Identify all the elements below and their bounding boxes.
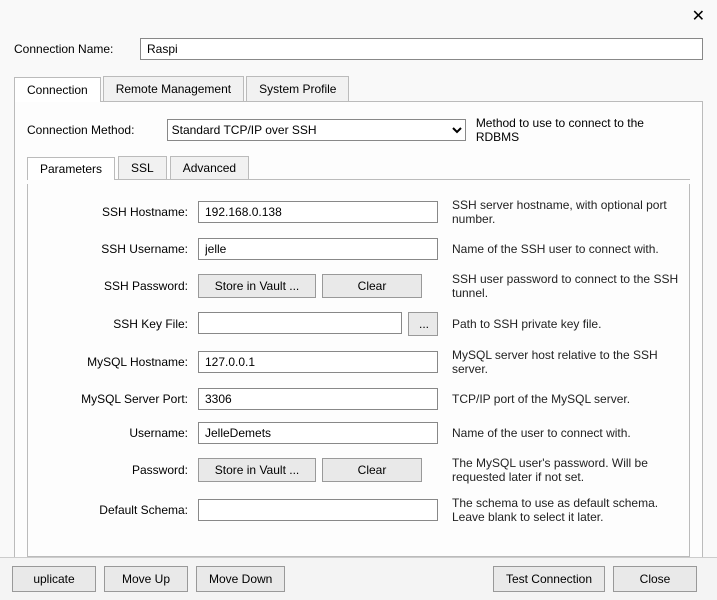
ssh-password-label: SSH Password: (38, 279, 198, 293)
tab-remote-management[interactable]: Remote Management (103, 76, 244, 101)
password-store-vault-button[interactable]: Store in Vault ... (198, 458, 316, 482)
duplicate-button[interactable]: uplicate (12, 566, 96, 592)
tab-system-profile[interactable]: System Profile (246, 76, 349, 101)
move-up-button[interactable]: Move Up (104, 566, 188, 592)
subtab-ssl[interactable]: SSL (118, 156, 167, 179)
ssh-password-store-vault-button[interactable]: Store in Vault ... (198, 274, 316, 298)
ssh-username-desc: Name of the SSH user to connect with. (438, 242, 679, 256)
username-label: Username: (38, 426, 198, 440)
password-desc: The MySQL user's password. Will be reque… (438, 456, 679, 484)
test-connection-button[interactable]: Test Connection (493, 566, 605, 592)
close-icon[interactable]: ✕ (692, 6, 705, 26)
ssh-username-input[interactable] (198, 238, 438, 260)
close-button[interactable]: Close (613, 566, 697, 592)
mysql-hostname-label: MySQL Hostname: (38, 355, 198, 369)
connection-tab-body: Connection Method: Standard TCP/IP over … (14, 102, 703, 578)
subtab-advanced[interactable]: Advanced (170, 156, 249, 179)
ssh-hostname-label: SSH Hostname: (38, 205, 198, 219)
ssh-password-desc: SSH user password to connect to the SSH … (438, 272, 679, 300)
dialog-footer: uplicate Move Up Move Down Test Connecti… (0, 557, 717, 600)
ssh-password-clear-button[interactable]: Clear (322, 274, 422, 298)
ssh-keyfile-label: SSH Key File: (38, 317, 198, 331)
sub-tabs: Parameters SSL Advanced (27, 156, 690, 180)
ssh-keyfile-desc: Path to SSH private key file. (438, 317, 679, 331)
default-schema-desc: The schema to use as default schema. Lea… (438, 496, 679, 524)
username-desc: Name of the user to connect with. (438, 426, 679, 440)
username-input[interactable] (198, 422, 438, 444)
connection-name-input[interactable] (140, 38, 703, 60)
mysql-port-desc: TCP/IP port of the MySQL server. (438, 392, 679, 406)
mysql-port-label: MySQL Server Port: (38, 392, 198, 406)
connection-method-hint: Method to use to connect to the RDBMS (476, 116, 690, 144)
tab-connection[interactable]: Connection (14, 77, 101, 102)
ssh-hostname-desc: SSH server hostname, with optional port … (438, 198, 679, 226)
password-label: Password: (38, 463, 198, 477)
ssh-keyfile-input[interactable] (198, 312, 402, 334)
default-schema-input[interactable] (198, 499, 438, 521)
mysql-hostname-input[interactable] (198, 351, 438, 373)
main-tabs: Connection Remote Management System Prof… (14, 76, 703, 102)
mysql-port-input[interactable] (198, 388, 438, 410)
ssh-hostname-input[interactable] (198, 201, 438, 223)
parameters-panel: SSH Hostname: SSH server hostname, with … (27, 184, 690, 557)
connection-name-label: Connection Name: (14, 42, 140, 56)
password-clear-button[interactable]: Clear (322, 458, 422, 482)
subtab-parameters[interactable]: Parameters (27, 157, 115, 180)
connection-dialog: ✕ Connection Name: Connection Remote Man… (0, 0, 717, 600)
ssh-username-label: SSH Username: (38, 242, 198, 256)
mysql-hostname-desc: MySQL server host relative to the SSH se… (438, 348, 679, 376)
connection-method-label: Connection Method: (27, 123, 167, 137)
default-schema-label: Default Schema: (38, 503, 198, 517)
connection-method-select[interactable]: Standard TCP/IP over SSH (167, 119, 466, 141)
ssh-keyfile-browse-button[interactable]: ... (408, 312, 438, 336)
move-down-button[interactable]: Move Down (196, 566, 285, 592)
